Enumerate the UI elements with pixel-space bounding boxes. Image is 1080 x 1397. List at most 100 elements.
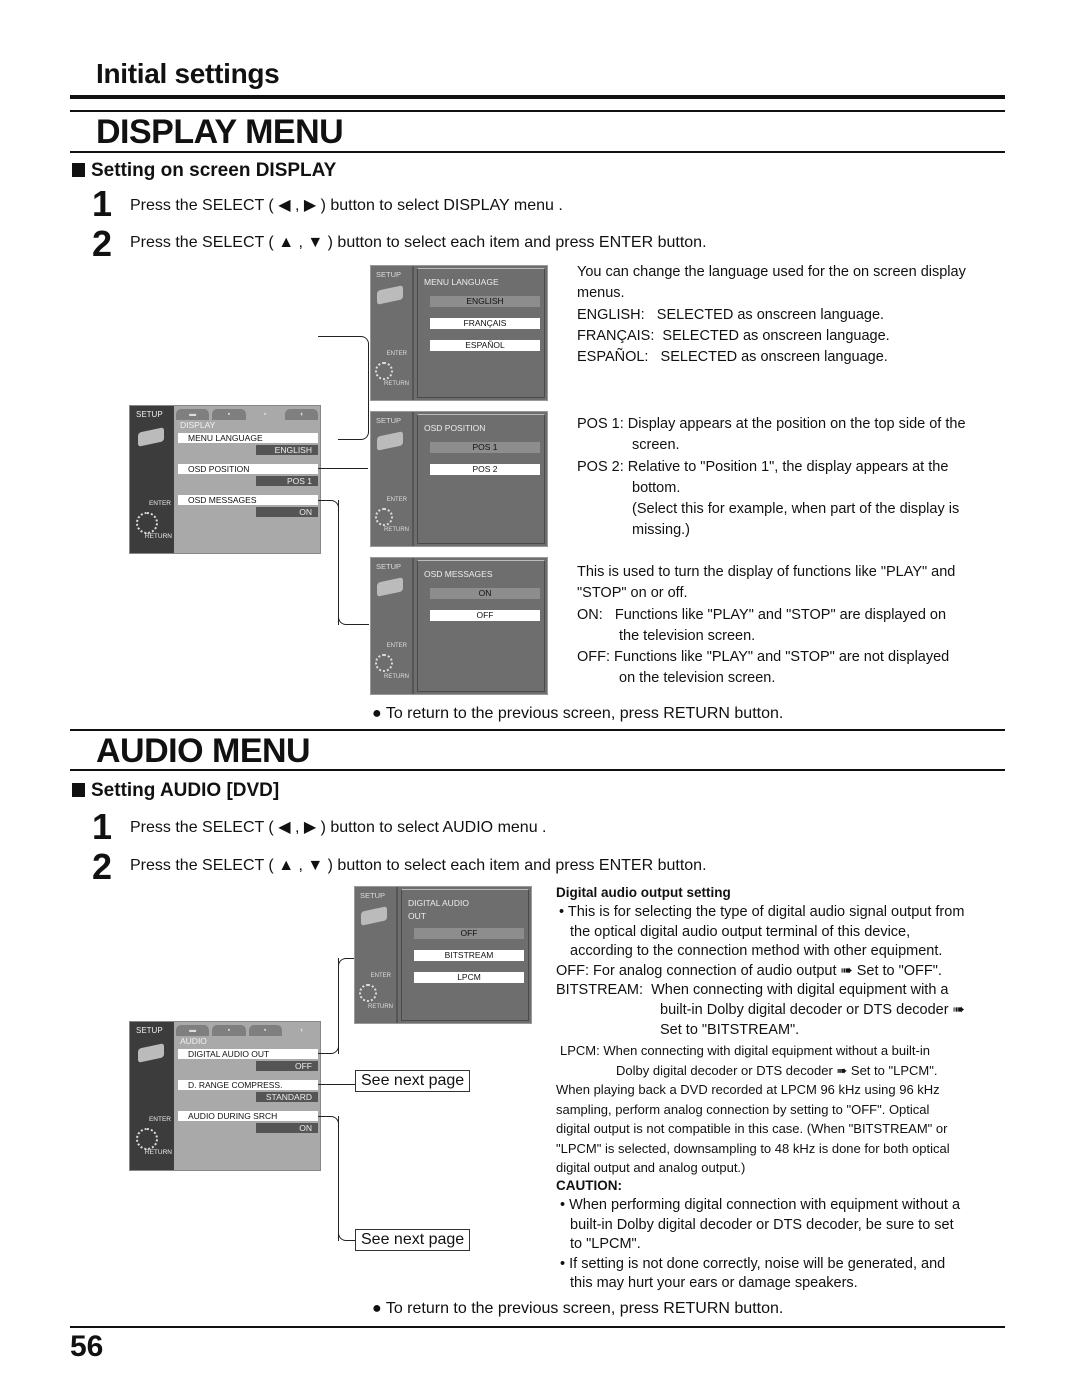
option-english[interactable]: ENGLISH [430, 296, 540, 307]
osd-item-osd-messages[interactable]: OSD MESSAGES [178, 495, 318, 505]
desc-line: on the television screen. [619, 670, 776, 687]
tab-display[interactable]: ▪ [248, 409, 282, 420]
osd-item-osd-position[interactable]: OSD POSITION [178, 464, 318, 474]
osd-position-description: POS 1: Display appears at the position o… [577, 414, 1007, 542]
lpcm-note: When playing back a DVD recorded at LPCM… [556, 1080, 1016, 1178]
desc-line: this may hurt your ears or damage speake… [570, 1275, 858, 1292]
audio-subheading: Setting AUDIO [DVD] [72, 780, 279, 802]
osd-item-menu-language[interactable]: MENU LANGUAGE [178, 433, 318, 443]
remote-icon [361, 906, 387, 926]
tab-display[interactable]: ▪ [248, 1025, 282, 1036]
submenu-title-line: OUT [408, 911, 426, 921]
subheading-text: Setting on screen DISPLAY [91, 160, 337, 181]
connector-line [338, 958, 355, 1054]
enter-label: ENTER [386, 351, 407, 357]
desc-line: bottom. [632, 479, 681, 496]
desc-line: according to the connection method with … [570, 943, 943, 960]
connector-line [318, 1116, 339, 1241]
step-number: 2 [92, 223, 113, 264]
remote-icon [138, 1043, 164, 1063]
option-off[interactable]: OFF [430, 610, 540, 621]
see-next-page-link[interactable]: See next page [355, 1070, 471, 1092]
desc-line: "LPCM" is selected, downsampling to 48 k… [556, 1140, 950, 1156]
desc-line: OFF: For analog connection of audio outp… [556, 962, 942, 979]
submenu-title: OSD POSITION [424, 423, 486, 433]
menu-language-description: You can change the language used for the… [577, 262, 1007, 368]
desc-line: Set to "BITSTREAM". [660, 1021, 800, 1038]
dpad-icon [375, 362, 393, 380]
desc-line: digital output is not compatible in this… [556, 1121, 948, 1136]
tab-picture[interactable]: ▪ [212, 409, 246, 420]
setup-label: SETUP [376, 562, 402, 571]
desc-line: • When performing digital connection wit… [560, 1197, 961, 1213]
desc-line: OFF: Functions like "PLAY" and "STOP" ar… [577, 649, 950, 666]
option-espanol[interactable]: ESPAÑOL [430, 340, 540, 351]
desc-line: When playing back a DVD recorded at LPCM… [556, 1082, 940, 1097]
return-label: RETURN [384, 381, 409, 387]
dpad-icon [359, 984, 377, 1002]
option-lpcm[interactable]: LPCM [414, 972, 524, 983]
connector-line [318, 958, 339, 1054]
return-label: RETURN [384, 527, 409, 533]
osd-value: ENGLISH [256, 445, 318, 455]
step-number: 1 [92, 183, 113, 224]
osd-display-menu: SETUP ENTER RETURN ▬ ▪ ▪ ◖ DISPLAY MENU … [129, 405, 321, 554]
connector-line [338, 336, 369, 440]
option-pos1[interactable]: POS 1 [430, 442, 540, 453]
osd-value: ON [256, 1123, 318, 1133]
step-number: 2 [92, 846, 113, 887]
setup-label: SETUP [136, 1026, 163, 1035]
desc-line: POS 1: Display appears at the position o… [577, 416, 966, 432]
option-off[interactable]: OFF [414, 928, 524, 939]
option-bitstream[interactable]: BITSTREAM [414, 950, 524, 961]
desc-line: (Select this for example, when part of t… [632, 501, 960, 518]
osd-value: STANDARD [256, 1092, 318, 1102]
connector-line [338, 500, 369, 625]
osd-tabs: ▬ ▪ ▪ ◖ [176, 409, 318, 420]
connector-line [318, 500, 339, 625]
remote-icon [377, 431, 403, 451]
enter-label: ENTER [148, 1116, 171, 1123]
tab-audio[interactable]: ◖ [284, 409, 318, 420]
option-on[interactable]: ON [430, 588, 540, 599]
divider [70, 110, 1005, 112]
caution-text: • When performing digital connection wit… [560, 1196, 1015, 1294]
desc-line: missing.) [632, 522, 691, 539]
osd-messages-description: This is used to turn the display of func… [577, 562, 1007, 690]
step-text: Press the SELECT ( ◀ , ▶ ) button to sel… [130, 819, 547, 836]
osd-item-d-range-compress[interactable]: D. RANGE COMPRESS. [178, 1080, 318, 1090]
desc-line: • If setting is not done correctly, nois… [560, 1255, 946, 1272]
desc-line: screen. [632, 437, 680, 454]
divider [70, 151, 1005, 153]
square-bullet-icon [72, 783, 85, 797]
desc-line: FRANÇAIS: SELECTED as onscreen language. [577, 327, 890, 344]
page-number: 56 [70, 1330, 104, 1363]
osd-item-digital-audio-out[interactable]: DIGITAL AUDIO OUT [178, 1049, 318, 1059]
return-note: ● To return to the previous screen, pres… [372, 705, 784, 722]
enter-label: ENTER [386, 643, 407, 649]
desc-line: built-in Dolby digital decoder or DTS de… [570, 1216, 954, 1233]
divider [70, 1326, 1005, 1328]
enter-label: ENTER [370, 973, 391, 979]
option-pos2[interactable]: POS 2 [430, 464, 540, 475]
return-label: RETURN [144, 533, 172, 540]
audio-menu-title: AUDIO MENU [96, 732, 311, 770]
desc-line: "STOP" on or off. [577, 585, 688, 602]
enter-label: ENTER [148, 500, 171, 507]
step-text: Press the SELECT ( ◀ , ▶ ) button to sel… [130, 197, 563, 214]
divider [70, 769, 1005, 771]
digital-audio-heading: Digital audio output setting [556, 885, 731, 900]
desc-line: You can change the language used for the… [577, 264, 966, 302]
see-next-page-link[interactable]: See next page [355, 1229, 471, 1251]
return-note: ● To return to the previous screen, pres… [372, 1300, 784, 1317]
display-menu-title: DISPLAY MENU [96, 113, 344, 151]
dpad-icon [136, 512, 158, 534]
tab-disc[interactable]: ▬ [176, 409, 210, 420]
divider [70, 729, 1005, 731]
tab-disc[interactable]: ▬ [176, 1025, 210, 1036]
tab-picture[interactable]: ▪ [212, 1025, 246, 1036]
tab-audio[interactable]: ◖ [284, 1025, 318, 1036]
option-francais[interactable]: FRANÇAIS [430, 318, 540, 329]
osd-item-audio-during-srch[interactable]: AUDIO DURING SRCH [178, 1111, 318, 1121]
dpad-icon [375, 508, 393, 526]
